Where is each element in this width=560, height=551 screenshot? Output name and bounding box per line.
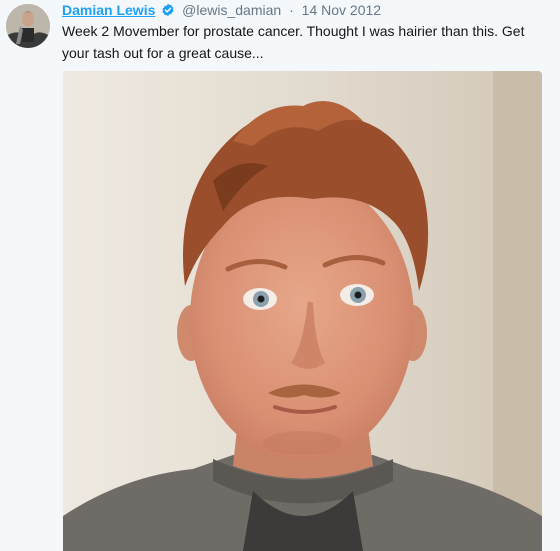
avatar[interactable]: [6, 4, 50, 48]
tweet: Damian Lewis @lewis_damian · 14 Nov 2012…: [0, 0, 560, 551]
author-handle[interactable]: @lewis_damian: [182, 2, 281, 18]
tweet-photo[interactable]: [63, 71, 542, 551]
tweet-header: Damian Lewis @lewis_damian · 14 Nov 2012: [62, 1, 381, 21]
verified-badge-icon: [161, 3, 175, 21]
author-name[interactable]: Damian Lewis: [62, 2, 155, 18]
header-separator: ·: [289, 2, 294, 18]
tweet-date[interactable]: 14 Nov 2012: [302, 2, 381, 18]
tweet-text: Week 2 Movember for prostate cancer. Tho…: [62, 23, 525, 61]
photo-image: [63, 71, 542, 551]
avatar-image: [6, 4, 50, 48]
